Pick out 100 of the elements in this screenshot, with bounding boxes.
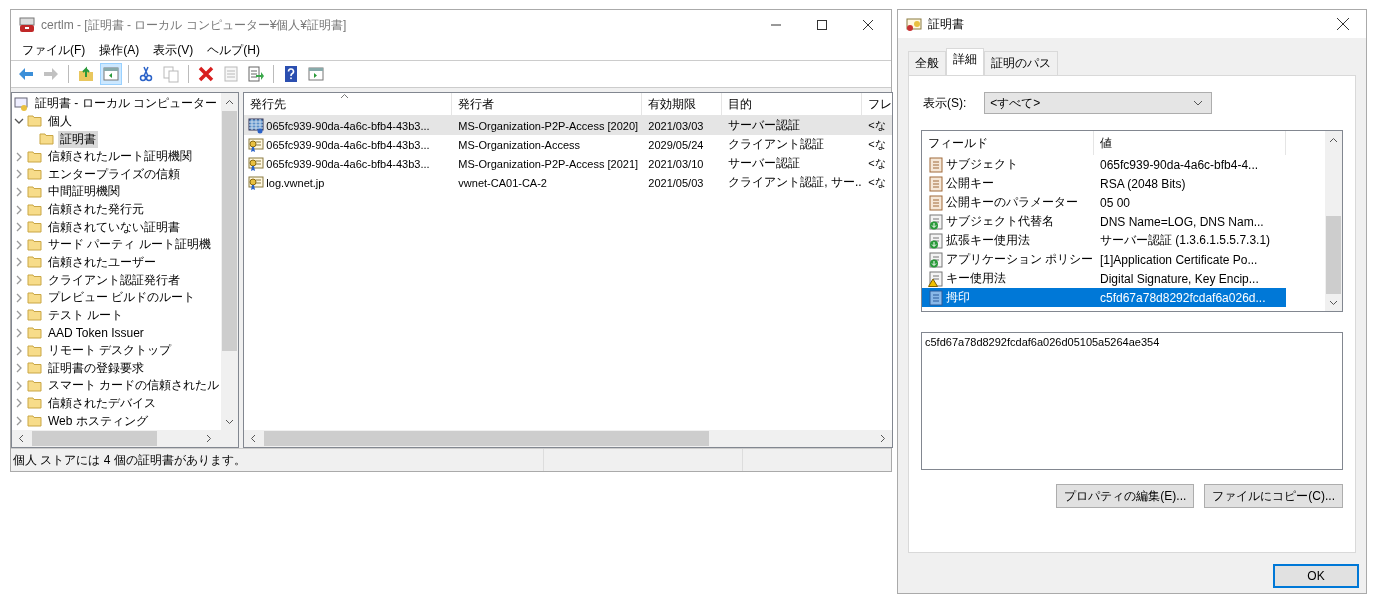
field-row[interactable]: キー使用法 Digital Signature, Key Encip... [922, 269, 1325, 288]
export-list-button[interactable] [245, 63, 267, 85]
horizontal-scrollbar[interactable] [12, 430, 239, 447]
field-row[interactable]: サブジェクト 065fc939-90da-4a6c-bfb4-4... [922, 155, 1325, 174]
menu-item[interactable]: 表示(V) [146, 41, 201, 59]
vertical-scrollbar[interactable] [221, 93, 239, 430]
table-cell: クライアント認証 [728, 136, 825, 153]
folder-icon [27, 413, 43, 430]
tree-item[interactable]: 信頼されたデバイス [46, 394, 158, 412]
document-icon [928, 156, 944, 173]
table-cell: 065fc939-90da-4a6c-bfb4-43b3... [266, 157, 430, 170]
ok-button[interactable]: OK [1273, 564, 1359, 588]
certificate-row[interactable]: 065fc939-90da-4a6c-bfb4-43b3... MS-Organization-P2P-Access [2020] 2021/03/03 サーバー認証 <な [244, 116, 893, 135]
field-value: Digital Signature, Key Encip... [1100, 271, 1259, 286]
certificate-icon [248, 174, 265, 191]
export-list-icon [247, 65, 265, 83]
column-header[interactable]: 有効期限 [642, 93, 723, 115]
column-header[interactable]: 発行先 [244, 93, 453, 115]
console-tree-button[interactable] [100, 63, 122, 85]
chevron-right-icon[interactable] [14, 398, 24, 409]
scroll-up-icon[interactable] [225, 99, 235, 105]
tree-root[interactable]: 証明書 - ローカル コンピューター [33, 95, 219, 113]
tree-item[interactable]: プレビュー ビルドのルート [46, 289, 198, 307]
tree-item[interactable]: 信頼された発行元 [46, 201, 146, 219]
chevron-right-icon[interactable] [14, 275, 24, 286]
field-row[interactable]: サブジェクト代替名 DNS Name=LOG, DNS Nam... [922, 212, 1325, 231]
tree-item[interactable]: 信頼されたユーザー [46, 253, 158, 271]
scroll-down-icon[interactable] [225, 419, 235, 425]
tree-item[interactable]: 中間証明機関 [46, 183, 122, 201]
menu-item[interactable]: ファイル(F) [15, 41, 93, 59]
tree-item[interactable]: クライアント認証発行者 [46, 271, 182, 289]
tree-item[interactable]: AAD Token Issuer [46, 325, 146, 340]
tree-item[interactable]: エンタープライズの信頼 [46, 165, 182, 183]
scroll-left-icon[interactable] [250, 434, 257, 443]
scroll-down-icon[interactable] [1329, 300, 1338, 306]
tree-item[interactable]: 個人 [46, 112, 74, 130]
tree-item[interactable]: リモート デスクトップ [46, 342, 174, 360]
folder-up-icon [77, 65, 95, 83]
folder-icon [27, 342, 43, 359]
tree-item[interactable]: サード パーティ ルート証明機 [46, 236, 213, 254]
field-row[interactable]: 拇印 c5fd67a78d8292fcdaf6a026d... [922, 288, 1325, 307]
field-row[interactable]: アプリケーション ポリシー [1]Application Certificate Po... [922, 250, 1325, 269]
table-cell: vwnet-CA01-CA-2 [458, 176, 547, 189]
chevron-right-icon[interactable] [14, 151, 24, 162]
show-dropdown[interactable]: <すべて> [984, 92, 1213, 114]
detail-text-box[interactable]: c5fd67a78d8292fcdaf6a026d05105a5264ae354 [921, 332, 1343, 470]
horizontal-scrollbar[interactable] [244, 430, 893, 447]
menu-item[interactable]: ヘルプ(H) [200, 41, 267, 59]
scroll-right-icon[interactable] [206, 434, 213, 443]
certificate-row[interactable]: log.vwnet.jp vwnet-CA01-CA-2 2021/05/03 クライアント認証, サー... <な [244, 173, 893, 192]
tree-item[interactable]: スマート カードの信頼されたル [46, 377, 222, 395]
chevron-right-icon[interactable] [14, 363, 24, 374]
chevron-right-icon[interactable] [14, 310, 24, 321]
chevron-right-icon[interactable] [14, 327, 24, 338]
chevron-right-icon[interactable] [14, 292, 24, 303]
column-header[interactable]: 発行者 [452, 93, 643, 115]
tab[interactable]: 詳細 [946, 48, 984, 75]
tab[interactable]: 全般 [908, 51, 946, 75]
field-name: キー使用法 [946, 270, 1006, 287]
tree-item[interactable]: 信頼されていない証明書 [46, 218, 182, 236]
tree-item[interactable]: 証明書 [58, 130, 98, 148]
show-label: 表示(S): [923, 94, 967, 112]
tab[interactable]: 証明のパス [984, 51, 1058, 75]
chevron-right-icon[interactable] [14, 416, 24, 427]
table-cell: サーバー認証 [728, 117, 801, 134]
help-icon [282, 65, 300, 83]
certificate-row[interactable]: 065fc939-90da-4a6c-bfb4-43b3... MS-Organization-P2P-Access [2021] 2021/03/10 サーバー認証 <な [244, 154, 893, 173]
tree-item[interactable]: Web ホスティング [46, 412, 150, 430]
menu-item[interactable]: 操作(A) [92, 41, 147, 59]
chevron-right-icon[interactable] [14, 169, 24, 180]
certificate-console-icon [19, 17, 35, 33]
field-row[interactable]: 公開キーのパラメーター 05 00 [922, 193, 1325, 212]
column-header[interactable]: 目的 [722, 93, 863, 115]
scroll-left-icon[interactable] [18, 434, 24, 443]
tree-item[interactable]: 信頼されたルート証明機関 [46, 148, 194, 166]
column-header[interactable]: フレ [862, 93, 893, 115]
certificate-row[interactable]: 065fc939-90da-4a6c-bfb4-43b3... MS-Organization-Access 2029/05/24 クライアント認証 <な [244, 135, 893, 154]
field-row[interactable]: 公開キー RSA (2048 Bits) [922, 174, 1325, 193]
field-value: DNS Name=LOG, DNS Nam... [1100, 214, 1264, 229]
field-name: 公開キーのパラメーター [946, 194, 1078, 211]
certificate-icon [248, 136, 265, 153]
tree-item[interactable]: 証明書の登録要求 [46, 359, 146, 377]
column-header[interactable]: フィールド [922, 131, 1094, 155]
chevron-right-icon[interactable] [14, 345, 24, 356]
scroll-up-icon[interactable] [1329, 137, 1338, 143]
scroll-right-icon[interactable] [880, 434, 887, 443]
chevron-right-icon[interactable] [14, 380, 24, 391]
properties-icon [222, 65, 240, 83]
tree-item[interactable]: テスト ルート [46, 306, 126, 324]
column-header[interactable]: 値 [1094, 131, 1286, 155]
chevron-right-icon[interactable] [14, 239, 24, 250]
vertical-scrollbar[interactable] [1325, 131, 1342, 311]
chevron-right-icon[interactable] [14, 257, 24, 268]
forward-arrow-icon [42, 65, 60, 83]
field-row[interactable]: 拡張キー使用法 サーバー認証 (1.3.6.1.5.5.7.3.1) [922, 231, 1325, 250]
chevron-right-icon[interactable] [14, 204, 24, 215]
dialog-button[interactable]: ファイルにコピー(C)... [1204, 484, 1343, 508]
dialog-button[interactable]: プロパティの編集(E)... [1056, 484, 1195, 508]
chevron-right-icon[interactable] [14, 186, 24, 197]
chevron-right-icon[interactable] [14, 222, 24, 233]
